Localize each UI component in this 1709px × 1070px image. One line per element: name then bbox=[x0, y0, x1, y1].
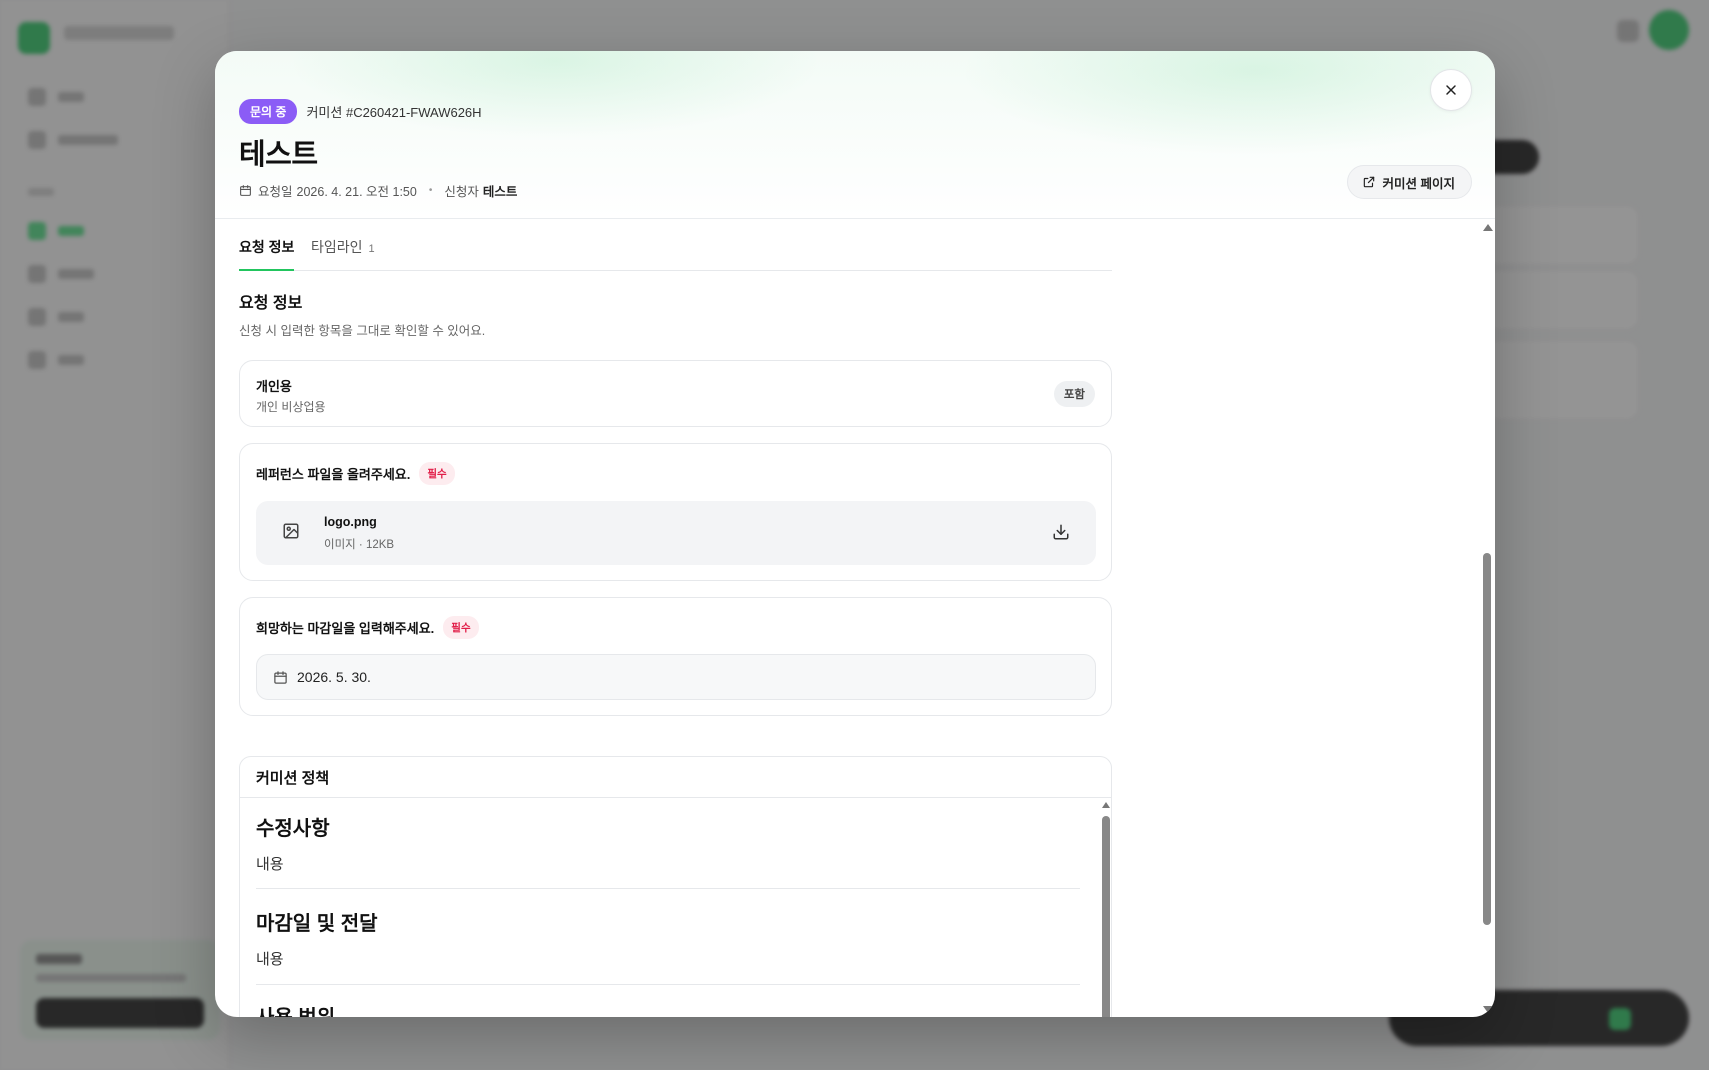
policy-heading: 사용 범위 bbox=[256, 1001, 1080, 1017]
reference-file-card: 레퍼런스 파일을 올려주세요. 필수 logo.png 이미지 · 12KB bbox=[239, 443, 1112, 581]
tab-request-info[interactable]: 요청 정보 bbox=[239, 237, 295, 271]
usage-subtitle: 개인 비상업용 bbox=[256, 400, 326, 414]
tab-timeline[interactable]: 타임라인 1 bbox=[311, 237, 375, 257]
requested-label: 요청일 bbox=[258, 185, 293, 199]
calendar-icon bbox=[239, 184, 252, 197]
scroll-up-arrow[interactable] bbox=[1483, 224, 1493, 231]
scroll-thumb[interactable] bbox=[1102, 816, 1110, 1017]
meta-separator: • bbox=[428, 185, 433, 196]
modal-scrollbar[interactable] bbox=[1481, 220, 1493, 1017]
calendar-icon bbox=[273, 670, 288, 685]
policy-heading: 수정사항 bbox=[256, 818, 330, 840]
tab-bar: 요청 정보 타임라인 1 bbox=[239, 220, 1112, 271]
requester-name: 테스트 bbox=[482, 185, 518, 199]
tab-count: 1 bbox=[368, 243, 375, 255]
tab-label: 요청 정보 bbox=[239, 239, 295, 255]
scroll-thumb[interactable] bbox=[1483, 553, 1491, 925]
external-link-icon bbox=[1362, 175, 1376, 189]
policy-item: 수정사항 내용 bbox=[256, 812, 1080, 874]
scroll-down-arrow[interactable] bbox=[1483, 1006, 1493, 1013]
policy-scroll-area[interactable]: 수정사항 내용 마감일 및 전달 내용 사용 범위 bbox=[240, 798, 1111, 1017]
policy-heading: 마감일 및 전달 bbox=[256, 913, 378, 935]
meta-row: 요청일 2026. 4. 21. 오전 1:50 • 신청자 테스트 bbox=[239, 181, 517, 200]
deadline-value: 2026. 5. 30. bbox=[297, 669, 371, 685]
policy-scrollbar[interactable] bbox=[1101, 798, 1111, 1017]
download-icon[interactable] bbox=[1052, 523, 1070, 541]
file-meta: 이미지 · 12KB bbox=[324, 539, 395, 551]
required-badge: 필수 bbox=[443, 616, 479, 639]
reference-question: 레퍼런스 파일을 올려주세요. bbox=[256, 467, 411, 482]
policy-item: 사용 범위 bbox=[256, 1001, 1080, 1017]
commission-page-button[interactable]: 커미션 페이지 bbox=[1346, 165, 1472, 199]
file-name: logo.png bbox=[324, 515, 377, 529]
policy-item: 마감일 및 전달 내용 bbox=[256, 907, 1080, 969]
status-row: 문의 중 커미션 #C260421-FWAW626H bbox=[239, 99, 482, 124]
deadline-card: 희망하는 마감일을 입력해주세요. 필수 2026. 5. 30. bbox=[239, 597, 1112, 716]
section-title: 요청 정보 bbox=[239, 295, 303, 312]
policy-body: 내용 bbox=[256, 951, 284, 968]
usage-title: 개인용 bbox=[256, 379, 292, 394]
required-badge: 필수 bbox=[419, 462, 455, 485]
modal-body: 요청 정보 타임라인 1 요청 정보 신청 시 입력한 항목을 그대로 확인할 수… bbox=[215, 220, 1495, 1017]
status-badge: 문의 중 bbox=[239, 99, 298, 124]
commission-id: 커미션 #C260421-FWAW626H bbox=[306, 105, 482, 120]
policy-body: 내용 bbox=[256, 856, 284, 873]
close-icon bbox=[1443, 82, 1459, 98]
deadline-date-field: 2026. 5. 30. bbox=[256, 654, 1096, 700]
requested-date: 2026. 4. 21. 오전 1:50 bbox=[296, 185, 417, 199]
policy-title: 커미션 정책 bbox=[240, 757, 1111, 798]
policy-divider bbox=[256, 984, 1080, 985]
modal-title: 테스트 bbox=[239, 139, 318, 171]
commission-policy: 커미션 정책 수정사항 내용 마감일 및 전달 내용 사용 범위 bbox=[239, 756, 1112, 1017]
commission-modal: 문의 중 커미션 #C260421-FWAW626H 테스트 요청일 2026.… bbox=[215, 51, 1495, 1017]
image-file-icon bbox=[282, 522, 300, 540]
question-label: 레퍼런스 파일을 올려주세요. 필수 bbox=[256, 462, 455, 485]
scroll-up-arrow[interactable] bbox=[1102, 802, 1110, 808]
file-item: logo.png 이미지 · 12KB bbox=[256, 501, 1096, 565]
deadline-question: 희망하는 마감일을 입력해주세요. bbox=[256, 621, 435, 636]
usage-card: 개인용 개인 비상업용 포함 bbox=[239, 360, 1112, 427]
policy-divider bbox=[256, 888, 1080, 889]
question-label: 희망하는 마감일을 입력해주세요. 필수 bbox=[256, 616, 479, 639]
tab-label: 타임라인 bbox=[311, 239, 363, 255]
requester-label: 신청자 bbox=[444, 185, 479, 199]
close-button[interactable] bbox=[1430, 69, 1472, 111]
include-badge: 포함 bbox=[1053, 381, 1095, 407]
commission-page-label: 커미션 페이지 bbox=[1382, 176, 1455, 191]
modal-header: 문의 중 커미션 #C260421-FWAW626H 테스트 요청일 2026.… bbox=[215, 51, 1495, 219]
section-description: 신청 시 입력한 항목을 그대로 확인할 수 있어요. bbox=[239, 324, 486, 338]
